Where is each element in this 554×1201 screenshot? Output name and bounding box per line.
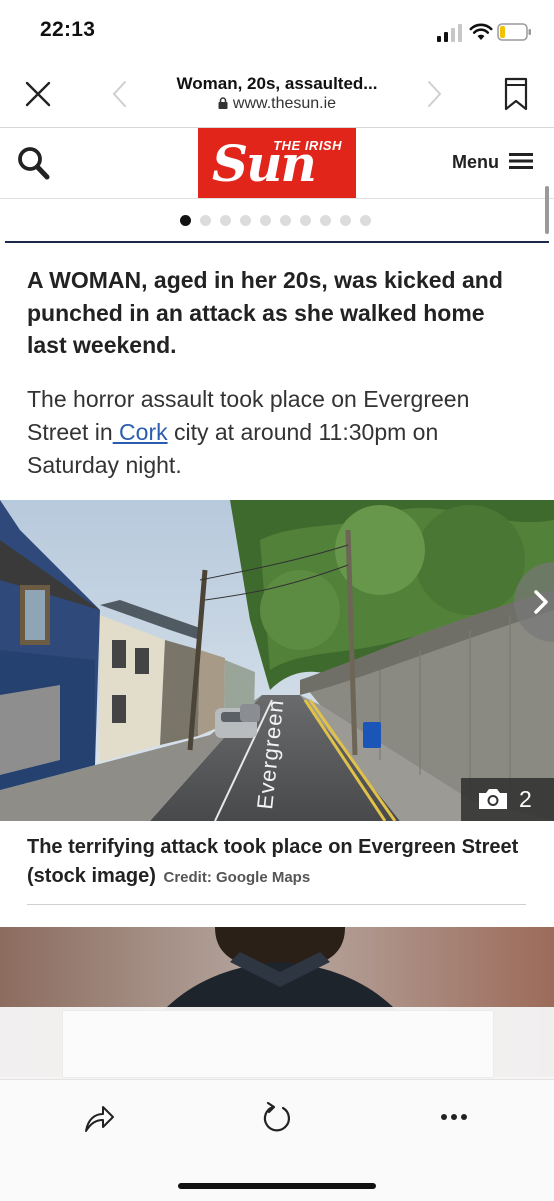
photo-credit: Credit: Google Maps (163, 869, 311, 886)
article-paragraph: The horror assault took place on Evergre… (27, 383, 527, 482)
bookmark-icon[interactable] (500, 76, 532, 112)
close-icon[interactable] (22, 78, 54, 110)
site-logo[interactable]: THE IRISH Sun (198, 128, 356, 198)
search-icon[interactable] (16, 145, 50, 181)
more-icon[interactable] (440, 1112, 468, 1122)
chevron-right-icon (534, 590, 548, 614)
chevron-right-icon[interactable] (422, 80, 446, 108)
carousel-dot[interactable] (180, 215, 191, 226)
carousel-dot[interactable] (320, 215, 331, 226)
menu-button[interactable]: Menu (452, 152, 499, 173)
lock-icon (218, 97, 228, 109)
carousel-dot[interactable] (200, 215, 211, 226)
ad-slot[interactable] (62, 1010, 494, 1078)
article-lead: A WOMAN, aged in her 20s, was kicked and… (27, 267, 503, 358)
next-photo-button[interactable] (514, 562, 554, 642)
page-title: Woman, 20s, assaulted... (176, 74, 378, 93)
street-scene-image: Evergreen (0, 500, 554, 821)
scroll-indicator (545, 186, 549, 234)
reload-icon[interactable] (261, 1100, 293, 1134)
url-text: www.thesun.ie (232, 95, 337, 112)
carousel-dot[interactable] (220, 215, 231, 226)
cellular-signal-icon (437, 24, 462, 42)
carousel-dot[interactable] (280, 215, 291, 226)
home-indicator[interactable] (178, 1183, 376, 1189)
carousel-dot[interactable] (240, 215, 251, 226)
carousel-dots[interactable] (180, 213, 380, 226)
status-time: 22:13 (40, 18, 96, 41)
battery-icon (497, 23, 531, 41)
gallery-count: 2 (519, 786, 532, 812)
chevron-left-icon[interactable] (108, 80, 132, 108)
article-photo[interactable]: Evergreen (0, 500, 554, 821)
carousel-dot[interactable] (300, 215, 311, 226)
header-divider (0, 198, 554, 199)
carousel-dot[interactable] (340, 215, 351, 226)
caption-divider (27, 904, 526, 905)
logo-wordmark: Sun (212, 134, 317, 193)
camera-icon (479, 789, 507, 809)
menu-icon[interactable] (509, 152, 533, 170)
gallery-count-badge[interactable]: 2 (461, 778, 554, 821)
section-rule (5, 241, 549, 243)
carousel-dot[interactable] (360, 215, 371, 226)
cork-link[interactable]: Cork (113, 419, 168, 445)
share-icon[interactable] (82, 1101, 116, 1135)
photo-caption: The terrifying attack took place on Ever… (27, 833, 527, 892)
page-url[interactable]: www.thesun.ie (140, 95, 414, 113)
carousel-dot[interactable] (260, 215, 271, 226)
wifi-icon (469, 23, 493, 40)
